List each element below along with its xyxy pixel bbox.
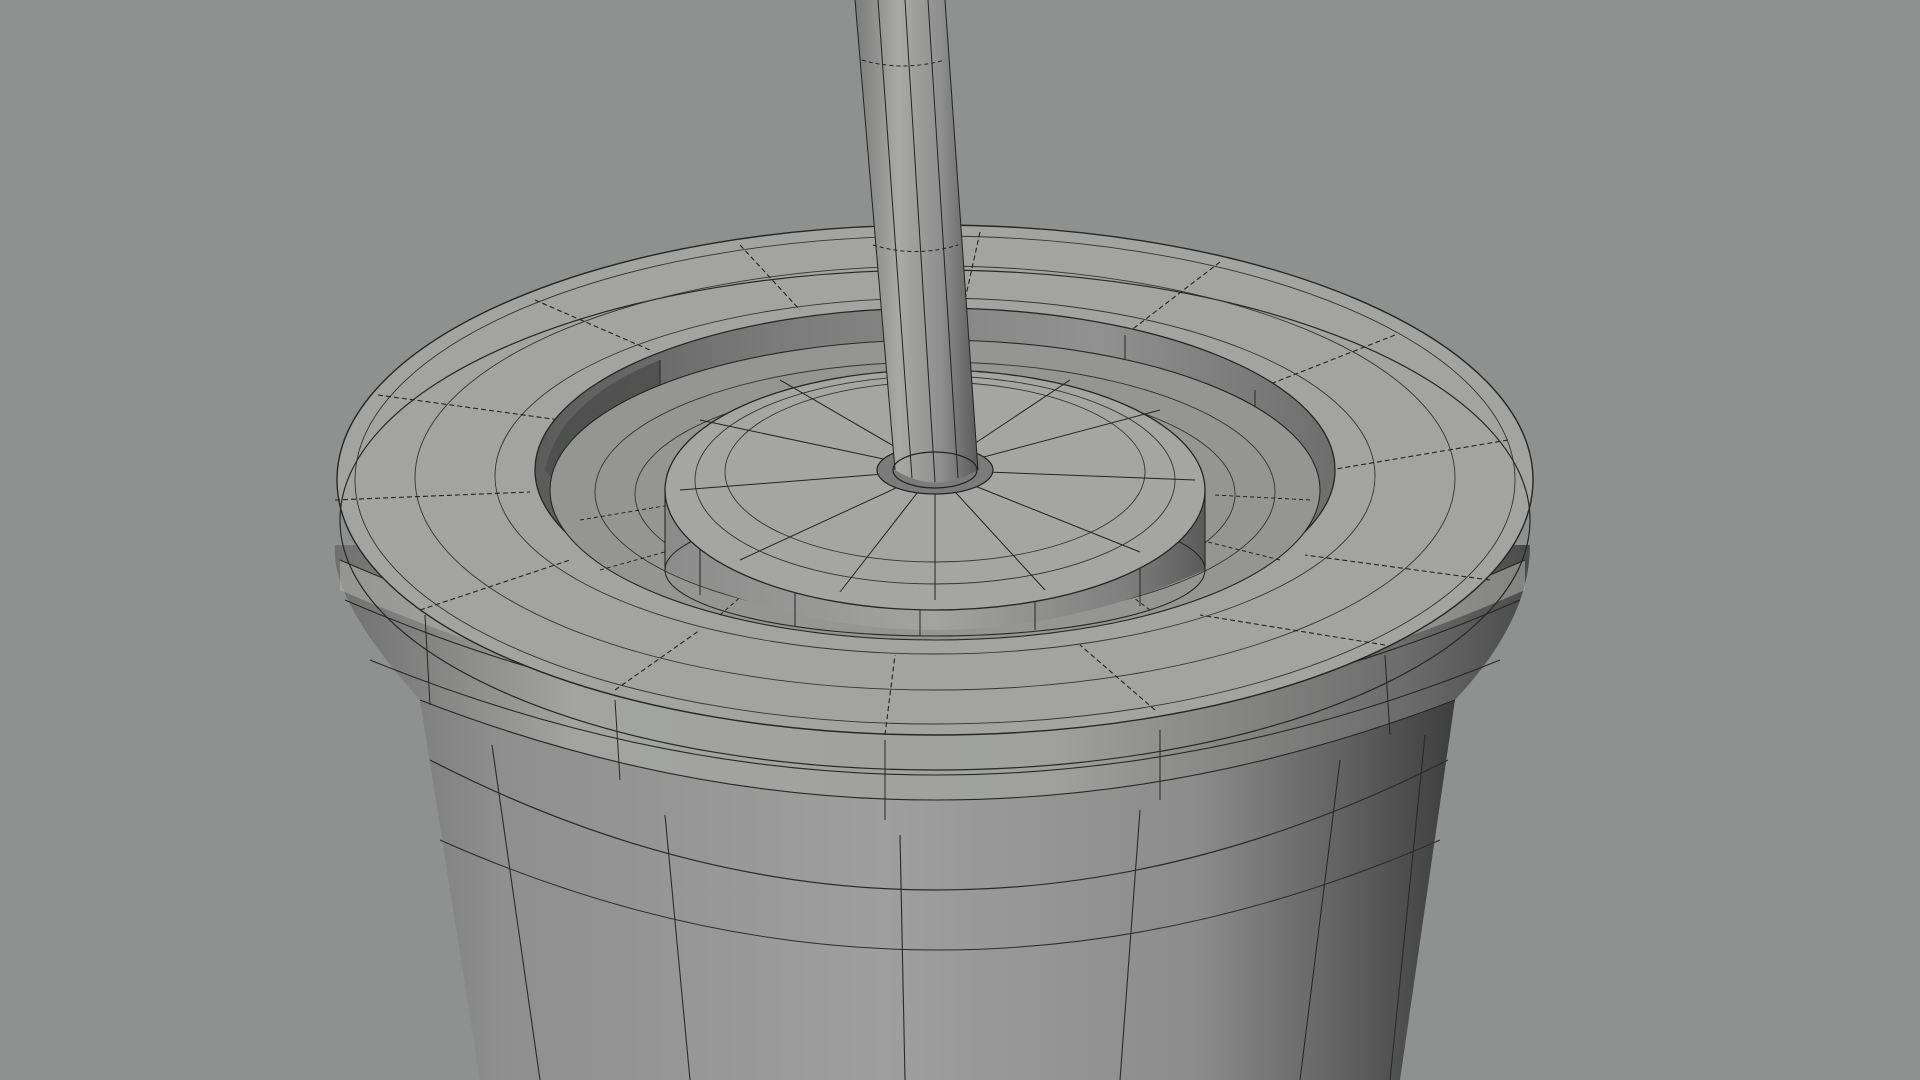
3d-viewport[interactable]	[0, 0, 1920, 1080]
cup-wireframe-model[interactable]	[0, 0, 1920, 1080]
